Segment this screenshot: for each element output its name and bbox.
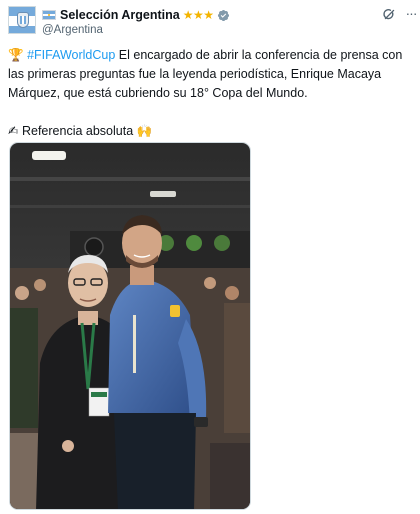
grok-icon[interactable] bbox=[382, 7, 397, 22]
trophy-emoji: 🏆 bbox=[8, 48, 24, 62]
tweet-text: 🏆 #FIFAWorldCup El encargado de abrir la… bbox=[8, 46, 412, 141]
display-name[interactable]: Selección Argentina bbox=[60, 8, 180, 22]
account-avatar[interactable] bbox=[8, 6, 36, 34]
stars-badge: ★★★ bbox=[182, 8, 214, 22]
tweet-paragraph-2: ✍ Referencia absoluta 🙌 bbox=[8, 122, 412, 141]
tweet-line-2: Referencia absoluta bbox=[21, 124, 134, 138]
tweet-header: Selección Argentina ★★★ @Argentina ··· bbox=[8, 6, 418, 40]
press-room-photo bbox=[10, 143, 250, 509]
display-name-row[interactable]: Selección Argentina ★★★ bbox=[42, 7, 230, 23]
tweet-photo[interactable] bbox=[9, 142, 251, 510]
hashtag-link[interactable]: #FIFAWorldCup bbox=[27, 48, 115, 62]
more-options-icon[interactable]: ··· bbox=[404, 6, 418, 22]
writing-hand-emoji: ✍ bbox=[8, 124, 19, 138]
raising-hands-emoji: 🙌 bbox=[136, 124, 153, 138]
argentina-flag-icon bbox=[42, 10, 56, 20]
verified-badge-icon[interactable] bbox=[217, 9, 230, 22]
account-handle[interactable]: @Argentina bbox=[42, 24, 103, 36]
tweet-paragraph-1: 🏆 #FIFAWorldCup El encargado de abrir la… bbox=[8, 46, 412, 103]
afa-crest-icon bbox=[17, 12, 29, 28]
